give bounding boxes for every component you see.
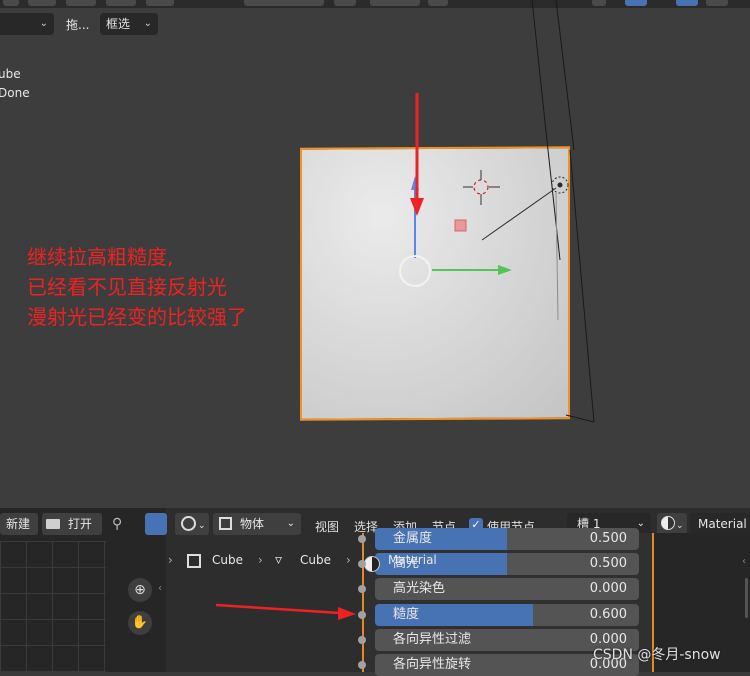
annotation-line-3: 漫射光已经变的比较强了: [27, 305, 247, 329]
pin-icon[interactable]: ⚲: [112, 516, 122, 532]
watermark: CSDN @冬月-snow: [593, 647, 721, 663]
breadcrumb-separator: ›: [258, 553, 263, 567]
property-value: 0.500: [589, 531, 627, 546]
image-grid: [0, 541, 106, 672]
material-name-label: Material: [698, 517, 747, 531]
3d-cursor-icon: [463, 170, 500, 205]
property-row-metallic[interactable]: 金属度 0.500: [375, 528, 639, 550]
annotation-line-2: 已经看不见直接反射光: [27, 275, 227, 299]
property-value: 0.000: [589, 581, 627, 596]
material-browse-dropdown[interactable]: ⌄: [657, 513, 687, 535]
shader-type-dropdown[interactable]: 物体 ⌄: [213, 513, 301, 535]
property-label: 糙度: [393, 607, 420, 622]
property-label: 高光染色: [393, 581, 446, 596]
3d-viewport[interactable]: ⌄ 拖... 框选 ⌄ ube Done 继续拉高粗糙度, 已经看不见直接反射光…: [0, 0, 750, 508]
property-label: 金属度: [393, 531, 433, 546]
open-image-button[interactable]: 打开: [42, 513, 102, 535]
input-socket[interactable]: [358, 560, 366, 568]
breadcrumb-material[interactable]: Material: [388, 553, 437, 567]
menu-view[interactable]: 视图: [315, 518, 339, 535]
property-label: 各向异性过滤: [393, 632, 472, 647]
property-row-roughness[interactable]: 糙度 0.600: [375, 604, 639, 626]
shader-editor-area[interactable]: 新建 打开 ⚲ ⊕ ✋ ‹ ⌄ 物体 ⌄ 视图 选择 添加 节点 ✓ 使用节点 …: [0, 508, 750, 676]
chevron-down-icon: ⌄: [676, 521, 684, 531]
node-editor-icon: [181, 516, 196, 531]
mesh-icon: ▿: [275, 552, 283, 568]
material-sphere-icon: [364, 556, 380, 572]
property-row-specular-tint[interactable]: 高光染色 0.000: [375, 578, 639, 600]
panel-collapse-arrow-icon[interactable]: ‹: [158, 583, 162, 594]
editor-type-dropdown[interactable]: ⌄: [175, 513, 209, 535]
material-name-field[interactable]: Material: [690, 513, 750, 535]
breadcrumb-object[interactable]: Cube: [212, 553, 243, 567]
input-socket[interactable]: [358, 535, 366, 543]
property-label: 各向异性旋转: [393, 657, 472, 672]
input-socket[interactable]: [358, 636, 366, 644]
chevron-down-icon: ⌄: [286, 518, 295, 529]
breadcrumb-mesh[interactable]: Cube: [300, 553, 331, 567]
new-image-button[interactable]: 新建: [0, 513, 38, 535]
property-value: 0.600: [589, 607, 627, 622]
chevron-down-icon: ⌄: [198, 521, 206, 531]
zoom-icon[interactable]: ⊕: [128, 578, 152, 602]
breadcrumb-separator: ›: [168, 553, 173, 567]
hand-pan-icon[interactable]: ✋: [128, 611, 152, 635]
open-image-label: 打开: [68, 517, 93, 531]
annotation-arrow-right: [215, 603, 356, 620]
new-image-label: 新建: [6, 517, 31, 531]
input-socket[interactable]: [358, 585, 366, 593]
scrollbar[interactable]: [745, 578, 748, 618]
shader-type-label: 物体: [240, 517, 265, 531]
origin-handle: [454, 219, 467, 232]
node-selection-border: [362, 533, 364, 672]
object-icon: [219, 517, 232, 530]
object-icon: [187, 554, 201, 568]
panel-collapse-arrow-icon[interactable]: ‹: [742, 556, 746, 567]
annotation-line-1: 继续拉高粗糙度,: [27, 245, 174, 269]
material-sphere-icon: [661, 516, 675, 530]
curve-tool-icon[interactable]: [145, 513, 167, 535]
annotation-arrow-down: [410, 93, 424, 216]
breadcrumb-separator: ›: [346, 553, 351, 567]
camera-outline: [531, 0, 595, 423]
light-object: [481, 176, 569, 321]
input-socket[interactable]: [358, 661, 366, 669]
property-value: 0.500: [589, 556, 627, 571]
folder-icon: [46, 519, 60, 529]
